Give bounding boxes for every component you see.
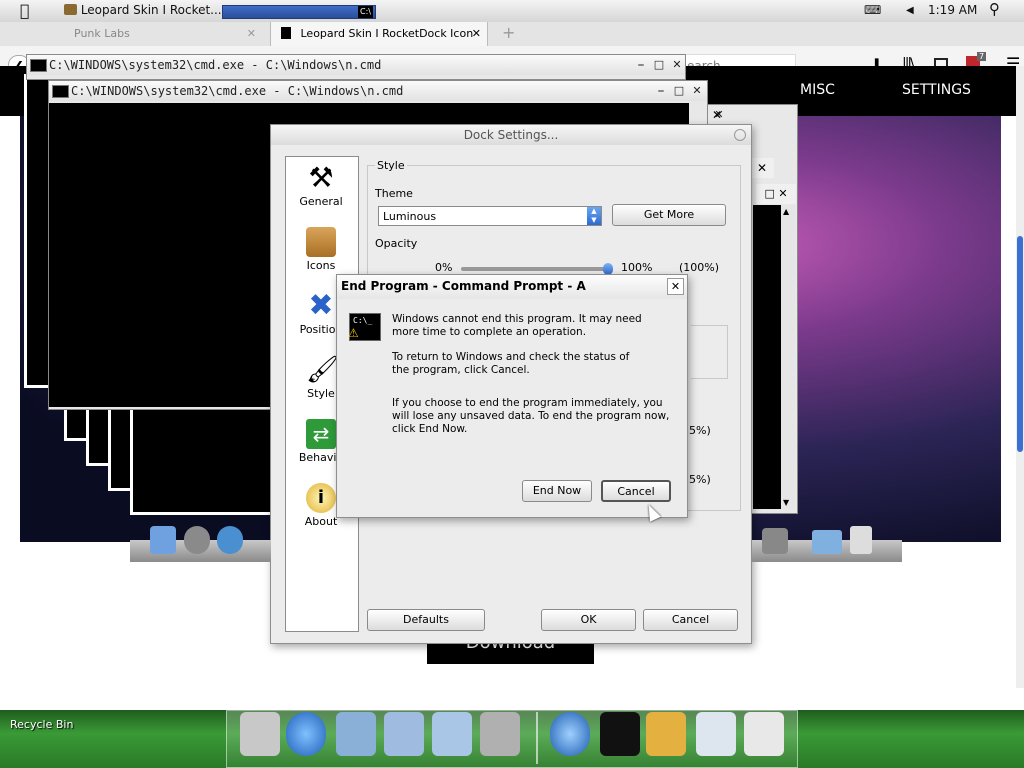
- ok-button[interactable]: OK: [541, 609, 636, 631]
- cmd-window-title: C:\WINDOWS\system32\cmd.exe - C:\Windows…: [49, 81, 707, 101]
- cascade-frame: [130, 405, 276, 515]
- minimize-icon[interactable]: ⎯: [633, 57, 649, 72]
- close-icon[interactable]: ✕: [689, 83, 705, 98]
- cmd-window-title: C:\WINDOWS\system32\cmd.exe - C:\Windows…: [27, 55, 685, 75]
- paintbrush-icon: 🖌: [306, 355, 340, 385]
- close-tab-icon[interactable]: ✕: [472, 22, 481, 46]
- cmd-icon: [52, 85, 69, 98]
- system-prefs-icon: [762, 528, 788, 554]
- position-arrows-icon: ✖: [308, 288, 334, 323]
- tab-leopard-skin[interactable]: Leopard Skin I RocketDock Icon ✕: [270, 22, 488, 46]
- close-icon[interactable]: ✕: [669, 57, 685, 72]
- opacity-label: Opacity: [375, 237, 418, 250]
- partial-value-1: 5%): [689, 424, 711, 437]
- dock-item-folder-icon[interactable]: [336, 712, 376, 756]
- dock-item-document-icon[interactable]: [240, 712, 280, 756]
- box-icon: [306, 227, 336, 257]
- info-icon: i: [306, 483, 336, 513]
- inner-group-box: [691, 325, 728, 379]
- dock-item-recycle-icon[interactable]: [696, 712, 736, 756]
- dock-item-network-icon[interactable]: [550, 712, 590, 756]
- sidebar-item-general[interactable]: ⚒ General: [286, 161, 356, 209]
- rocketdock-favicon-icon: [281, 27, 291, 39]
- apple-icon[interactable]: : [20, 1, 30, 20]
- site-nav-misc[interactable]: MISC: [800, 82, 835, 98]
- dock-item-hammer-icon[interactable]: [646, 712, 686, 756]
- end-program-message-2: To return to Windows and check the statu…: [392, 351, 630, 376]
- finder-icon: [150, 526, 176, 554]
- cmd-console: [753, 205, 781, 509]
- behavior-arrows-icon: ⇄: [306, 419, 336, 449]
- spotlight-icon[interactable]: ⚲: [989, 0, 1000, 18]
- cancel-button[interactable]: Cancel: [643, 609, 738, 631]
- cmd-scrollbar[interactable]: ▲ ▼: [781, 205, 795, 509]
- triangle-left-icon[interactable]: ◀: [906, 5, 914, 16]
- close-icon[interactable]: ✕: [750, 158, 774, 178]
- end-program-dialog: End Program - Command Prompt - A ✕ C:\_ …: [336, 274, 688, 518]
- theme-label: Theme: [375, 187, 413, 200]
- window-buttons[interactable]: □ ✕: [756, 184, 796, 204]
- cmd-warning-icon: C:\_ ⚠: [348, 313, 381, 341]
- cancel-button[interactable]: Cancel: [601, 480, 671, 502]
- cmd-window-1[interactable]: C:\WINDOWS\system32\cmd.exe - C:\Windows…: [26, 54, 686, 80]
- maximize-icon[interactable]: □: [671, 83, 687, 98]
- end-now-button[interactable]: End Now: [522, 480, 592, 502]
- scrollbar-thumb[interactable]: [1017, 236, 1023, 452]
- dock-item-tshirt-icon[interactable]: [600, 712, 640, 756]
- minimize-icon[interactable]: ⎯: [653, 83, 669, 98]
- menubar-app-tab[interactable]: Leopard Skin I Rocket...: [64, 3, 222, 17]
- close-icon[interactable]: ✕: [667, 278, 684, 295]
- end-program-titlebar: End Program - Command Prompt - A ✕: [337, 275, 687, 299]
- maximize-icon[interactable]: □: [651, 57, 667, 72]
- mac-menubar:  Leopard Skin I Rocket... C:\ ⌨ ◀ 1:19 …: [0, 0, 1024, 23]
- leopard-favicon-icon: [64, 4, 77, 15]
- new-tab-icon[interactable]: +: [502, 22, 515, 44]
- dock-item-window-icon[interactable]: [744, 712, 784, 756]
- dock-item-tools-icon[interactable]: [480, 712, 520, 756]
- scroll-up-icon[interactable]: ▲: [783, 207, 789, 216]
- trash-icon: [850, 526, 872, 554]
- end-program-title: End Program - Command Prompt - A: [341, 279, 586, 293]
- tab-punk-labs[interactable]: Punk Labs ✕: [64, 22, 262, 46]
- rocket-icon: [184, 526, 210, 554]
- theme-select[interactable]: Luminous ▲ ▼: [378, 206, 602, 226]
- defaults-button[interactable]: Defaults: [367, 609, 485, 631]
- get-more-button[interactable]: Get More: [612, 204, 726, 226]
- close-icon[interactable]: [734, 129, 746, 141]
- select-arrows-icon[interactable]: ▲ ▼: [587, 207, 601, 225]
- taskbar-progress[interactable]: C:\: [222, 5, 376, 19]
- dock-item-folder-icon[interactable]: [384, 712, 424, 756]
- theme-value: Luminous: [383, 210, 437, 223]
- style-group-label: Style: [375, 159, 407, 172]
- dock-separator: [536, 712, 538, 764]
- cmd-taskbar-label: C:\: [358, 6, 373, 18]
- dock-settings-title: Dock Settings...: [271, 125, 751, 145]
- partial-value-2: 5%): [689, 473, 711, 486]
- scroll-down-icon[interactable]: ▼: [783, 498, 789, 507]
- clock[interactable]: 1:19 AM: [928, 3, 977, 17]
- close-icon[interactable]: ✕: [712, 108, 722, 122]
- safari-icon: [217, 526, 243, 554]
- cmd-icon: [30, 59, 47, 72]
- sidebar-item-icons[interactable]: Icons: [286, 227, 356, 272]
- page-scrollbar[interactable]: [1016, 66, 1024, 688]
- end-program-message-1: Windows cannot end this program. It may …: [392, 313, 642, 338]
- tools-icon: ⚒: [308, 161, 334, 194]
- keyboard-icon[interactable]: ⌨: [864, 3, 881, 17]
- dock-item-photos-icon[interactable]: [432, 712, 472, 756]
- close-tab-icon[interactable]: ✕: [247, 22, 256, 46]
- dock-item-globe-icon[interactable]: [286, 712, 326, 756]
- site-nav-settings[interactable]: SETTINGS: [902, 82, 971, 98]
- ublock-count: 7: [977, 52, 987, 61]
- opacity-value: (100%): [679, 261, 720, 274]
- folder-icon: [812, 530, 842, 554]
- tab-bar: Punk Labs ✕ Leopard Skin I RocketDock Ic…: [0, 22, 1024, 47]
- recycle-bin-label[interactable]: Recycle Bin: [10, 718, 73, 731]
- opacity-min-label: 0%: [435, 261, 453, 274]
- opacity-max-label: 100%: [621, 261, 653, 274]
- opacity-slider[interactable]: [461, 263, 613, 275]
- end-program-message-3: If you choose to end the program immedia…: [392, 397, 670, 435]
